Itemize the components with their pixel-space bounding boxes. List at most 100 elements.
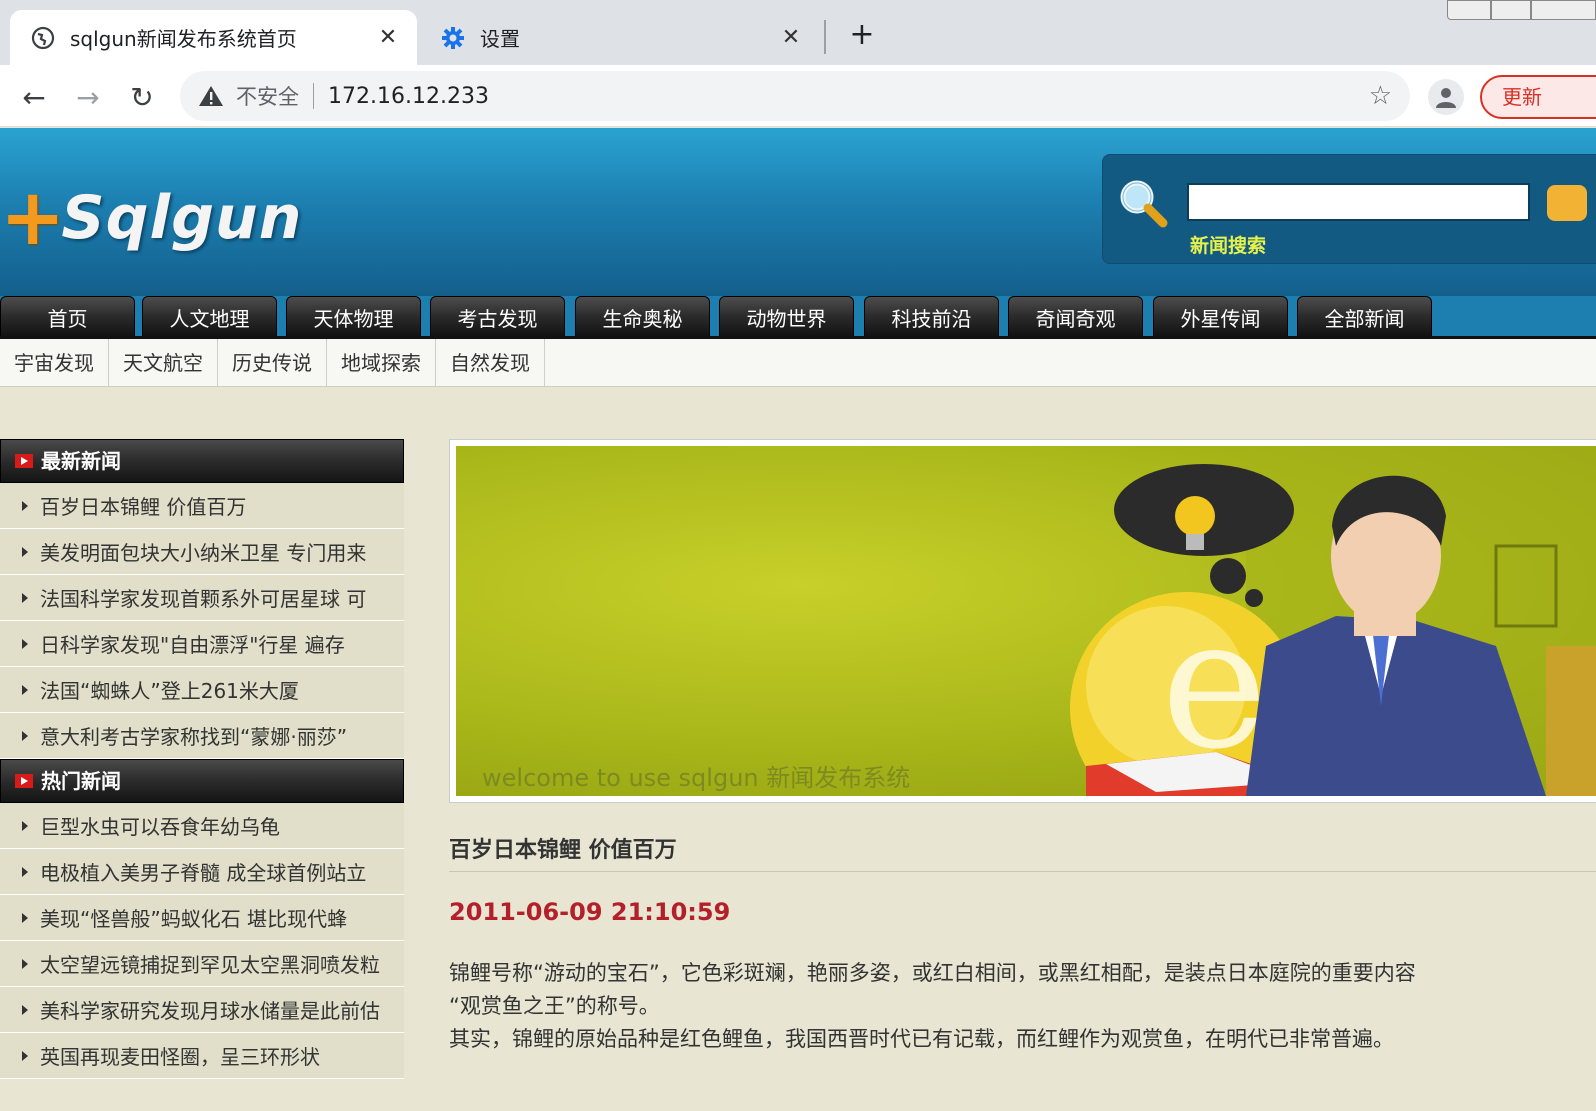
nav-tab-home[interactable]: 首页	[0, 296, 135, 338]
news-link[interactable]: 意大利考古学家称找到“蒙娜·丽莎”	[40, 721, 347, 750]
bullet-arrow-icon	[22, 500, 28, 511]
new-tab-button[interactable]: +	[845, 18, 879, 52]
insecure-label[interactable]: 不安全	[236, 81, 299, 111]
browser-toolbar: ← → ↻ 不安全 172.16.12.233 ☆ 更新	[0, 65, 1596, 127]
news-link[interactable]: 英国再现麦田怪圈，呈三环形状	[40, 1041, 320, 1070]
back-arrow-icon[interactable]: ←	[14, 77, 54, 117]
logo-plus: +	[0, 173, 66, 263]
hot-news-item[interactable]: 美现“怪兽般”蚂蚁化石 堪比现代蜂	[0, 895, 404, 941]
tab-separator	[824, 20, 826, 54]
nav-tab-oddities[interactable]: 奇闻奇观	[1008, 296, 1143, 338]
red-play-icon	[15, 454, 33, 468]
latest-news-header: 最新新闻	[0, 439, 404, 483]
latest-news-item[interactable]: 法国“蜘蛛人”登上261米大厦	[0, 667, 404, 713]
article-title[interactable]: 百岁日本锦鲤 价值百万	[449, 832, 677, 864]
forward-arrow-icon[interactable]: →	[68, 77, 108, 117]
bullet-arrow-icon	[22, 1004, 28, 1015]
bullet-arrow-icon	[22, 638, 28, 649]
logo-name: Sqlgun	[61, 183, 303, 253]
news-link[interactable]: 美科学家研究发现月球水储量是此前估	[40, 995, 380, 1024]
news-link[interactable]: 美现“怪兽般”蚂蚁化石 堪比现代蜂	[40, 903, 347, 932]
latest-news-title: 最新新闻	[41, 449, 121, 473]
nav-tab-all-news[interactable]: 全部新闻	[1297, 296, 1432, 338]
bullet-arrow-icon	[22, 1050, 28, 1061]
bullet-arrow-icon	[22, 958, 28, 969]
nav-tab-aliens[interactable]: 外星传闻	[1153, 296, 1288, 338]
bookmark-star-icon[interactable]: ☆	[1369, 81, 1392, 111]
banner-image: e welcome to use sqlgun 新闻发布系统	[456, 446, 1596, 796]
bullet-arrow-icon	[22, 684, 28, 695]
news-link[interactable]: 日科学家发现"自由漂浮"行星 遍存	[40, 629, 345, 658]
site-logo[interactable]: + Sqlgun	[0, 178, 302, 258]
latest-news-item[interactable]: 法国科学家发现首颗系外可居星球 可	[0, 575, 404, 621]
bullet-arrow-icon	[22, 592, 28, 603]
banner-caption: welcome to use sqlgun 新闻发布系统	[482, 764, 911, 792]
minimize-button[interactable]	[1447, 0, 1491, 20]
reload-icon[interactable]: ↻	[122, 77, 162, 117]
article-line: 锦鲤号称“游动的宝石”，它色彩斑斓，艳丽多姿，或红白相间，或黑红相配，是装点日本…	[449, 961, 1416, 985]
latest-news-item[interactable]: 美发明面包块大小纳米卫星 专门用来	[0, 529, 404, 575]
businessman-illustration: e	[1070, 446, 1596, 796]
news-search-panel: 新闻搜索	[1102, 154, 1596, 264]
hot-news-item[interactable]: 美科学家研究发现月球水储量是此前估	[0, 987, 404, 1033]
sub-nav-universe[interactable]: 宇宙发现	[0, 339, 109, 387]
profile-avatar-icon[interactable]	[1428, 79, 1464, 115]
close-tab-icon[interactable]: ✕	[373, 23, 403, 53]
bullet-arrow-icon	[22, 820, 28, 831]
news-link[interactable]: 美发明面包块大小纳米卫星 专门用来	[40, 537, 366, 566]
article-line: 其实，锦鲤的原始品种是红色鲤鱼，我国西晋时代已有记载，而红鲤作为观赏鱼，在明代已…	[449, 1027, 1394, 1051]
nav-tab-astrophysics[interactable]: 天体物理	[286, 296, 421, 338]
tab-settings[interactable]: 设置 ✕	[420, 10, 820, 65]
hot-news-item[interactable]: 英国再现麦田怪圈，呈三环形状	[0, 1033, 404, 1079]
maximize-button[interactable]	[1491, 0, 1531, 20]
sub-nav: 宇宙发现 天文航空 历史传说 地域探索 自然发现	[0, 339, 1596, 387]
news-link[interactable]: 百岁日本锦鲤 价值百万	[40, 491, 246, 520]
search-submit-button[interactable]	[1547, 185, 1587, 221]
hot-news-item[interactable]: 太空望远镜捕捉到罕见太空黑洞喷发粒	[0, 941, 404, 987]
hot-news-header: 热门新闻	[0, 759, 404, 803]
latest-news-item[interactable]: 百岁日本锦鲤 价值百万	[0, 483, 404, 529]
sub-nav-aerospace[interactable]: 天文航空	[109, 339, 218, 387]
browser-tab-bar: sqlgun新闻发布系统首页 ✕ 设置 ✕ +	[0, 0, 1596, 65]
site-header: + Sqlgun 新闻搜索	[0, 128, 1596, 296]
nav-tab-life[interactable]: 生命奥秘	[575, 296, 710, 338]
article-date: 2011-06-09 21:10:59	[449, 898, 731, 926]
hot-news-item[interactable]: 电极植入美男子脊髓 成全球首例站立	[0, 849, 404, 895]
omnibox-divider	[313, 83, 314, 109]
news-link[interactable]: 法国科学家发现首颗系外可居星球 可	[40, 583, 366, 612]
gear-icon	[440, 25, 466, 51]
news-search-label[interactable]: 新闻搜索	[1190, 231, 1266, 258]
update-button[interactable]: 更新	[1480, 75, 1596, 119]
hot-news-item[interactable]: 巨型水虫可以吞食年幼乌龟	[0, 803, 404, 849]
close-window-button[interactable]	[1531, 0, 1596, 20]
latest-news-item[interactable]: 日科学家发现"自由漂浮"行星 遍存	[0, 621, 404, 667]
news-search-input[interactable]	[1187, 183, 1530, 221]
nav-tab-archaeology[interactable]: 考古发现	[430, 296, 565, 338]
globe-icon	[30, 25, 56, 51]
latest-news-item[interactable]: 意大利考古学家称找到“蒙娜·丽莎”	[0, 713, 404, 759]
sub-nav-legends[interactable]: 历史传说	[218, 339, 327, 387]
sub-nav-nature[interactable]: 自然发现	[436, 339, 545, 387]
magnifier-icon	[1117, 177, 1171, 231]
bullet-arrow-icon	[22, 912, 28, 923]
nav-tab-animals[interactable]: 动物世界	[719, 296, 854, 338]
nav-tab-technology[interactable]: 科技前沿	[864, 296, 999, 338]
news-link[interactable]: 法国“蜘蛛人”登上261米大厦	[40, 675, 299, 704]
url-text[interactable]: 172.16.12.233	[328, 84, 489, 109]
news-link[interactable]: 太空望远镜捕捉到罕见太空黑洞喷发粒	[40, 949, 380, 978]
nav-tab-geography[interactable]: 人文地理	[142, 296, 277, 338]
news-link[interactable]: 电极植入美男子脊髓 成全球首例站立	[40, 857, 366, 886]
address-bar[interactable]: 不安全 172.16.12.233 ☆	[180, 71, 1410, 121]
news-link[interactable]: 巨型水虫可以吞食年幼乌龟	[40, 811, 280, 840]
sub-nav-exploration[interactable]: 地域探索	[327, 339, 436, 387]
tab-sqlgun-home[interactable]: sqlgun新闻发布系统首页 ✕	[10, 10, 417, 65]
tab-title: sqlgun新闻发布系统首页	[70, 27, 297, 51]
bullet-arrow-icon	[22, 866, 28, 877]
close-tab-icon[interactable]: ✕	[776, 23, 806, 53]
welcome-banner: e welcome to use sqlgun 新闻发布系统	[449, 439, 1596, 803]
sidebar: 最新新闻 百岁日本锦鲤 价值百万 美发明面包块大小纳米卫星 专门用来 法国科学家…	[0, 439, 404, 1079]
hot-news-title: 热门新闻	[41, 769, 121, 793]
main-nav: 首页 人文地理 天体物理 考古发现 生命奥秘 动物世界 科技前沿 奇闻奇观 外星…	[0, 296, 1596, 339]
warning-icon[interactable]	[198, 83, 224, 109]
bullet-arrow-icon	[22, 730, 28, 741]
